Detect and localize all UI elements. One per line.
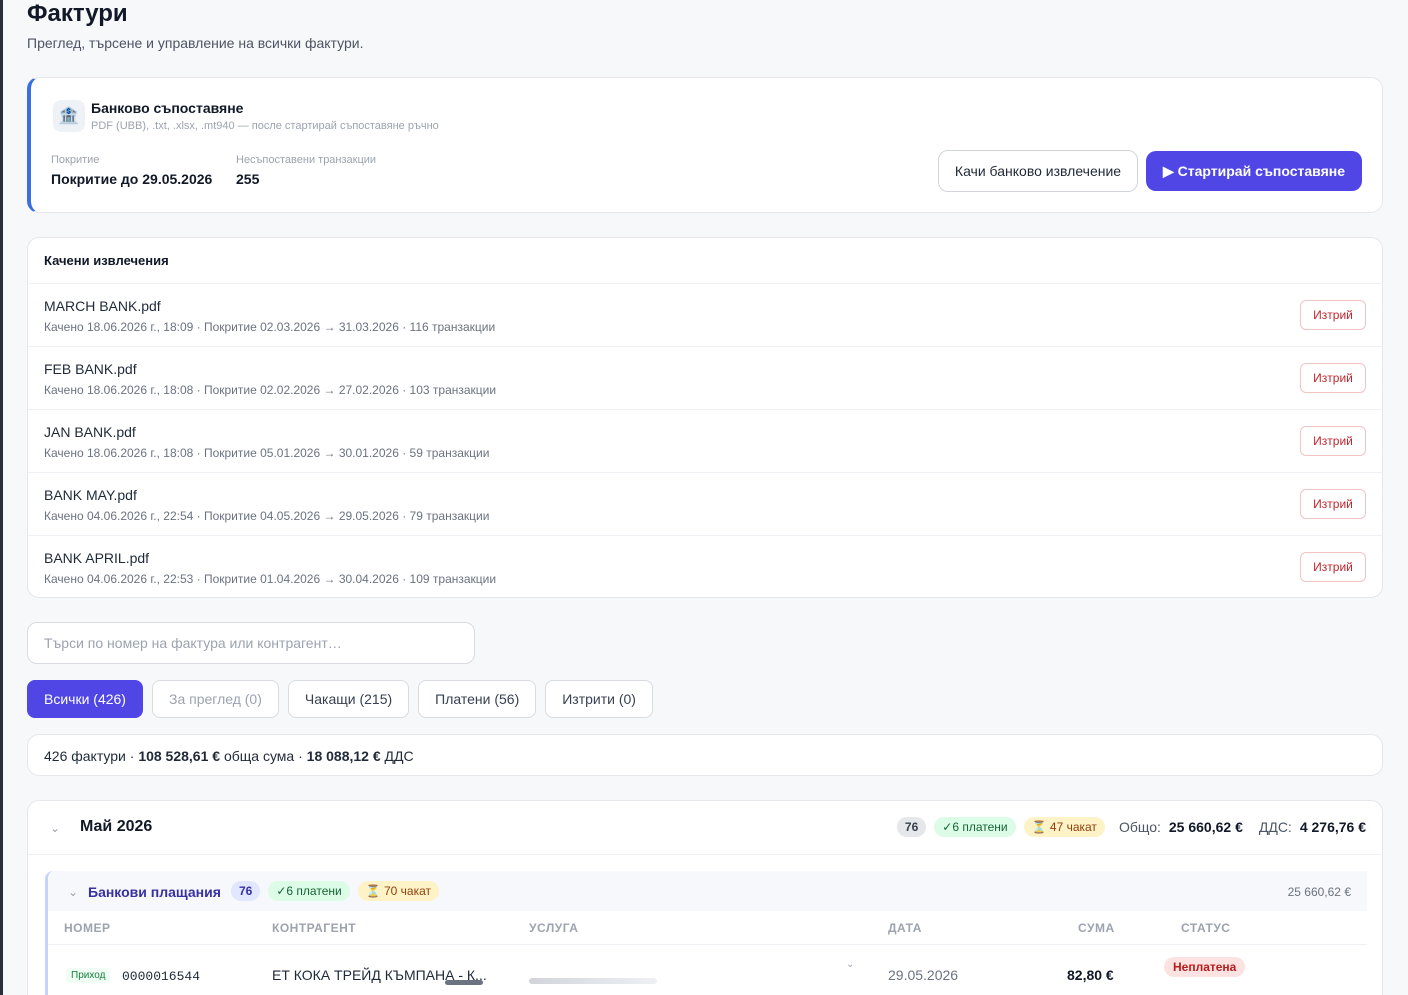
chevron-down-icon[interactable]: ⌄ xyxy=(68,885,78,899)
statement-meta: Качено 04.06.2026 г., 22:53 · Покритие 0… xyxy=(44,572,497,586)
paid-badge: ✓6 платени xyxy=(934,817,1016,837)
summary-text: 426 фактури · 108 528,61 € обща сума · 1… xyxy=(44,748,414,764)
column-number[interactable]: НОМЕР xyxy=(64,921,111,935)
bank-reconciliation-card: 🏦 Банково съпоставяне PDF (UBB), .txt, .… xyxy=(27,77,1383,213)
tab-pending[interactable]: Чакащи (215) xyxy=(287,680,410,718)
statement-meta: Качено 18.06.2026 г., 18:08 · Покритие 0… xyxy=(44,383,497,397)
chevron-down-icon[interactable]: ⌄ xyxy=(50,821,60,835)
month-total-value: 25 660,62 € xyxy=(1168,819,1243,835)
delete-statement-button[interactable]: Изтрий xyxy=(1300,426,1366,456)
table-row[interactable]: Приход 0000016544 ЕТ КОКА ТРЕЙД КЪМПАНА … xyxy=(48,945,1367,995)
delete-statement-button[interactable]: Изтрий xyxy=(1300,363,1366,393)
delete-statement-button[interactable]: Изтрий xyxy=(1300,300,1366,330)
uploads-title: Качени извлечения xyxy=(44,253,169,268)
waiting-badge: ⏳ 47 чакат xyxy=(1023,817,1105,837)
service-placeholder xyxy=(529,978,657,984)
statement-name: BANK APRIL.pdf xyxy=(44,550,150,566)
tab-for-review[interactable]: За преглед (0) xyxy=(151,680,279,718)
invoice-count: 426 фактури xyxy=(44,748,126,764)
bank-payments-title[interactable]: Банкови плащания xyxy=(88,884,221,900)
unmatched-label: Несъпоставени транзакции xyxy=(236,154,377,166)
statement-name: MARCH BANK.pdf xyxy=(44,298,161,314)
start-matching-button[interactable]: ▶ Стартирай съпоставяне xyxy=(1146,151,1362,191)
upload-statement-button[interactable]: Качи банково извлечение xyxy=(938,150,1138,192)
column-date[interactable]: ДАТА xyxy=(888,921,922,935)
coverage-label: Покритие xyxy=(51,154,100,166)
month-total-label: Общо: xyxy=(1118,819,1161,835)
tab-deleted[interactable]: Изтрити (0) xyxy=(545,680,653,718)
total-amount: 108 528,61 € xyxy=(138,748,221,764)
invoice-amount: 82,80 € xyxy=(1067,967,1114,983)
summary-bar: 426 фактури · 108 528,61 € обща сума · 1… xyxy=(27,734,1383,776)
tab-paid[interactable]: Платени (56) xyxy=(418,680,537,718)
bank-icon: 🏦 xyxy=(53,100,85,132)
vat-amount: 18 088,12 € xyxy=(306,748,381,764)
column-service[interactable]: УСЛУГА xyxy=(529,921,578,935)
page-subtitle: Преглед, търсене и управление на всички … xyxy=(27,35,364,51)
bank-payments-total: 25 660,62 € xyxy=(1287,885,1351,899)
status-badge: Неплатена xyxy=(1164,957,1246,977)
month-group: ⌄ Май 2026 76 ✓6 платени ⏳ 47 чакат Общо… xyxy=(27,800,1383,995)
income-badge: Приход xyxy=(66,968,111,983)
unmatched-stat: Несъпоставени транзакции 255 xyxy=(236,154,376,187)
delete-statement-button[interactable]: Изтрий xyxy=(1300,552,1366,582)
divider xyxy=(28,854,1382,855)
scrollbar-thumb[interactable] xyxy=(445,980,483,985)
bank-payments-badges: 76 ✓6 платени ⏳ 70 чакат xyxy=(231,881,440,901)
bank-card-title: Банково съпоставяне xyxy=(91,100,244,116)
bank-payments-count-badge: 76 xyxy=(231,881,261,901)
unmatched-value: 255 xyxy=(236,171,260,187)
coverage-stat: Покритие Покритие до 29.05.2026 xyxy=(51,154,212,187)
statement-name: JAN BANK.pdf xyxy=(44,424,136,440)
uploaded-statements-card: Качени извлечения MARCH BANK.pdf Качено … xyxy=(27,237,1383,598)
tab-all[interactable]: Всички (426) xyxy=(27,680,143,718)
statement-meta: Качено 18.06.2026 г., 18:08 · Покритие 0… xyxy=(44,446,490,460)
month-title[interactable]: Май 2026 xyxy=(80,818,152,836)
invoice-date: 29.05.2026 xyxy=(888,967,959,983)
month-totals: 76 ✓6 платени ⏳ 47 чакат Общо: 25 660,62… xyxy=(896,817,1366,837)
delete-statement-button[interactable]: Изтрий xyxy=(1300,489,1366,519)
bank-payments-group: ⌄ Банкови плащания 76 ✓6 платени ⏳ 70 ча… xyxy=(45,871,1367,995)
statement-meta: Качено 18.06.2026 г., 18:09 · Покритие 0… xyxy=(44,320,496,334)
list-item: MARCH BANK.pdf Качено 18.06.2026 г., 18:… xyxy=(28,283,1382,346)
list-item: BANK APRIL.pdf Качено 04.06.2026 г., 22:… xyxy=(28,535,1382,598)
list-item: FEB BANK.pdf Качено 18.06.2026 г., 18:08… xyxy=(28,346,1382,409)
supported-formats: PDF (UBB), .txt, .xlsx, .mt940 — после с… xyxy=(91,120,439,132)
coverage-value: Покритие до 29.05.2026 xyxy=(51,171,213,187)
invoice-number: 0000016544 xyxy=(122,969,201,984)
column-counterparty[interactable]: КОНТРАГЕНТ xyxy=(272,921,356,935)
month-vat-label: ДДС: xyxy=(1258,819,1292,835)
chevron-down-icon[interactable]: ⌄ xyxy=(846,959,854,970)
list-item: JAN BANK.pdf Качено 18.06.2026 г., 18:08… xyxy=(28,409,1382,472)
table-header: НОМЕР КОНТРАГЕНТ УСЛУГА ДАТА СУМА СТАТУС xyxy=(48,911,1367,945)
month-count-badge: 76 xyxy=(896,817,927,837)
column-status[interactable]: СТАТУС xyxy=(1181,921,1230,935)
page-title: Фактури xyxy=(27,0,128,27)
paid-badge: ✓6 платени xyxy=(268,881,350,901)
month-vat-value: 4 276,76 € xyxy=(1299,819,1366,835)
statement-name: BANK MAY.pdf xyxy=(44,487,137,503)
filter-tabs: Всички (426) За преглед (0) Чакащи (215)… xyxy=(27,680,653,718)
uploads-list: MARCH BANK.pdf Качено 18.06.2026 г., 18:… xyxy=(28,283,1382,598)
search-input[interactable] xyxy=(27,622,475,664)
statement-meta: Качено 04.06.2026 г., 22:54 · Покритие 0… xyxy=(44,509,490,523)
waiting-badge: ⏳ 70 чакат xyxy=(357,881,440,901)
column-amount[interactable]: СУМА xyxy=(1078,921,1115,935)
statement-name: FEB BANK.pdf xyxy=(44,361,137,377)
list-item: BANK MAY.pdf Качено 04.06.2026 г., 22:54… xyxy=(28,472,1382,535)
window-edge xyxy=(0,0,3,995)
